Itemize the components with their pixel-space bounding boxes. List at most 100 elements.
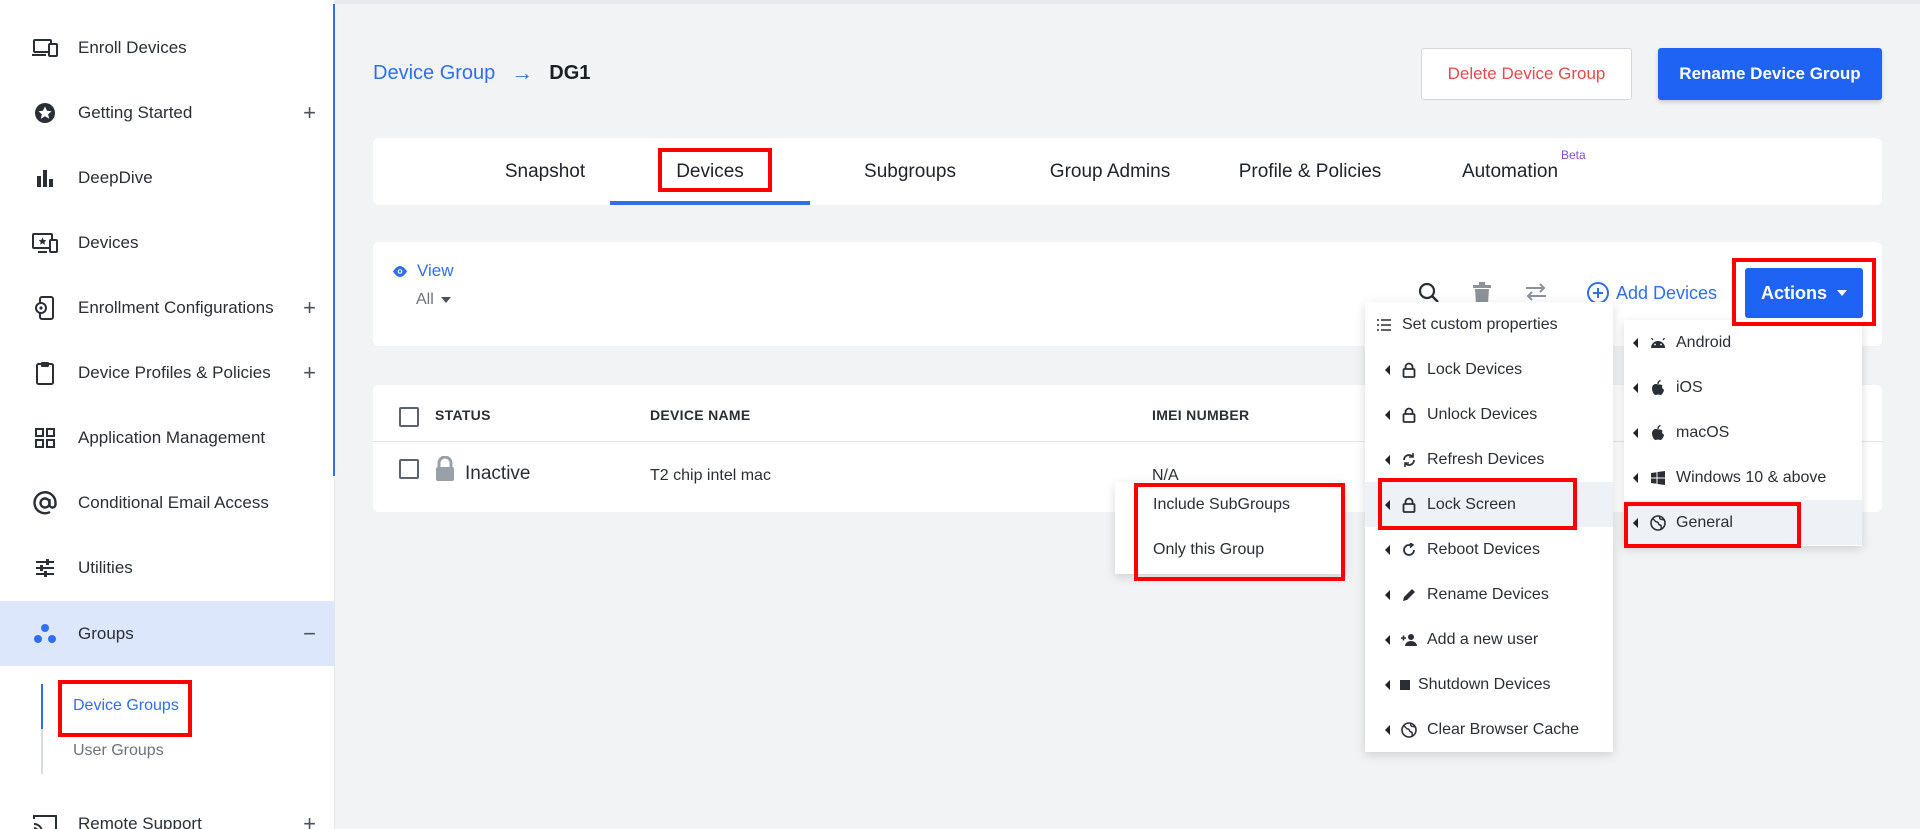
top-border [335, 0, 1920, 4]
sidebar-item-devices[interactable]: Devices [0, 210, 334, 275]
sidebar-subitem-user-groups[interactable]: User Groups [73, 742, 164, 760]
highlight-box-scope [1134, 483, 1345, 581]
windows-icon [1649, 469, 1667, 487]
caret-left-icon [1633, 337, 1638, 348]
bar-chart-icon [32, 165, 58, 191]
caret-left-icon [1385, 589, 1390, 600]
sidebar-item-label: Application Management [78, 427, 266, 447]
view-filter-label[interactable]: View [392, 261, 454, 281]
sidebar-item-groups[interactable]: Groups − [0, 601, 334, 666]
search-icon[interactable] [1418, 282, 1440, 304]
menu-item-windows[interactable]: Windows 10 & above [1624, 455, 1862, 500]
column-header-device-name[interactable]: DEVICE NAME [650, 407, 751, 423]
apps-grid-icon [32, 425, 58, 451]
apple-icon [1649, 379, 1667, 397]
submenu-track [41, 684, 43, 774]
sidebar-item-label: Remote Support [78, 813, 202, 829]
android-icon [1649, 334, 1667, 352]
monitor-star-icon [32, 230, 58, 256]
caret-left-icon [1633, 472, 1638, 483]
caret-left-icon [1385, 634, 1390, 645]
phone-gear-icon [32, 295, 58, 321]
add-devices-label: Add Devices [1616, 282, 1718, 303]
menu-item-label: iOS [1676, 378, 1703, 396]
view-filter-select[interactable]: All [416, 291, 451, 309]
menu-item-unlock-devices[interactable]: Unlock Devices [1365, 392, 1613, 437]
trash-icon[interactable] [1472, 282, 1492, 304]
star-icon [32, 100, 58, 126]
row-checkbox[interactable] [399, 459, 419, 479]
menu-item-clear-browser-cache[interactable]: Clear Browser Cache [1365, 707, 1613, 752]
apple-icon [1649, 424, 1667, 442]
menu-item-label: Lock Devices [1427, 360, 1523, 378]
menu-item-label: Windows 10 & above [1676, 468, 1827, 486]
groups-icon [32, 621, 58, 647]
expand-plus-icon[interactable]: + [303, 811, 316, 829]
devices-icon [32, 35, 58, 61]
add-devices-button[interactable]: Add Devices [1587, 282, 1717, 304]
collapse-minus-icon[interactable]: − [303, 621, 316, 647]
sidebar-item-label: Utilities [78, 557, 133, 577]
page-title: DG1 [549, 61, 591, 84]
menu-item-ios[interactable]: iOS [1624, 365, 1862, 410]
menu-item-lock-devices[interactable]: Lock Devices [1365, 347, 1613, 392]
menu-item-label: macOS [1676, 423, 1730, 441]
menu-item-rename-devices[interactable]: Rename Devices [1365, 572, 1613, 617]
breadcrumb-device-group-link[interactable]: Device Group [373, 62, 495, 85]
sidebar-item-utilities[interactable]: Utilities [0, 535, 334, 600]
cast-icon [32, 811, 58, 829]
expand-plus-icon[interactable]: + [303, 100, 316, 126]
breadcrumb: Device Group → DG1 [373, 60, 590, 86]
at-sign-icon [32, 490, 58, 516]
sidebar-item-enrollment-configurations[interactable]: Enrollment Configurations + [0, 275, 334, 340]
expand-plus-icon[interactable]: + [303, 360, 316, 386]
view-label: View [417, 261, 454, 280]
menu-item-label: Refresh Devices [1427, 450, 1545, 468]
menu-item-label: Add a new user [1427, 630, 1539, 648]
reboot-icon [1400, 541, 1418, 559]
sidebar-item-label: Groups [78, 623, 134, 643]
pencil-icon [1400, 586, 1418, 604]
menu-item-set-custom-properties[interactable]: Set custom properties [1365, 302, 1613, 347]
sidebar-item-conditional-email-access[interactable]: Conditional Email Access [0, 470, 334, 535]
caret-left-icon [1385, 544, 1390, 555]
view-filter-value: All [416, 291, 434, 308]
device-name-cell[interactable]: T2 chip intel mac [650, 467, 771, 485]
sidebar-item-label: Getting Started [78, 102, 193, 122]
expand-plus-icon[interactable]: + [303, 295, 316, 321]
eye-icon [393, 265, 407, 277]
column-header-status[interactable]: STATUS [435, 407, 491, 423]
sidebar-item-getting-started[interactable]: Getting Started + [0, 80, 334, 145]
rename-device-group-button[interactable]: Rename Device Group [1658, 48, 1882, 100]
tab-group-admins[interactable]: Group Admins [1010, 138, 1210, 205]
tab-profile-policies[interactable]: Profile & Policies [1210, 138, 1410, 205]
list-icon [1375, 316, 1393, 334]
sidebar-item-device-profiles-policies[interactable]: Device Profiles & Policies + [0, 340, 334, 405]
caret-left-icon [1385, 364, 1390, 375]
sidebar-item-application-management[interactable]: Application Management [0, 405, 334, 470]
add-user-icon [1400, 631, 1418, 649]
lock-icon [1400, 361, 1418, 379]
sidebar-item-deepdive[interactable]: DeepDive [0, 145, 334, 210]
menu-item-macos[interactable]: macOS [1624, 410, 1862, 455]
transfer-icon[interactable] [1524, 282, 1548, 302]
sidebar-item-enroll-devices[interactable]: Enroll Devices [0, 15, 334, 80]
caret-left-icon [1385, 409, 1390, 420]
menu-item-refresh-devices[interactable]: Refresh Devices [1365, 437, 1613, 482]
tab-subgroups[interactable]: Subgroups [810, 138, 1010, 205]
menu-item-label: Reboot Devices [1427, 540, 1540, 558]
sidebar-item-label: Device Profiles & Policies [78, 362, 271, 382]
sidebar-item-label: Conditional Email Access [78, 492, 269, 512]
arrow-right-icon: → [511, 60, 534, 85]
menu-item-add-new-user[interactable]: Add a new user [1365, 617, 1613, 662]
sidebar-item-remote-support[interactable]: Remote Support + [0, 791, 334, 829]
delete-device-group-button[interactable]: Delete Device Group [1421, 48, 1632, 100]
menu-item-shutdown-devices[interactable]: Shutdown Devices [1365, 662, 1613, 707]
menu-item-label: Unlock Devices [1427, 405, 1538, 423]
column-header-imei[interactable]: IMEI NUMBER [1152, 407, 1249, 423]
select-all-checkbox[interactable] [399, 407, 419, 427]
tab-bar: Snapshot Devices Subgroups Group Admins … [373, 138, 1882, 205]
menu-item-label: Shutdown Devices [1418, 675, 1551, 693]
menu-item-android[interactable]: Android [1624, 320, 1862, 365]
menu-item-reboot-devices[interactable]: Reboot Devices [1365, 527, 1613, 572]
